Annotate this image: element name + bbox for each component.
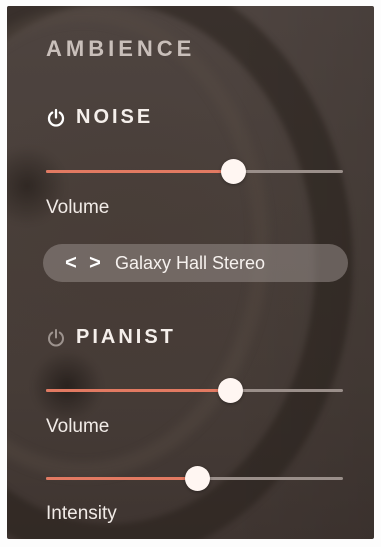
pianist-intensity-label: Intensity: [46, 503, 117, 524]
background-device-inner-ring: [7, 6, 269, 478]
preset-prev-button[interactable]: <: [63, 244, 79, 282]
pianist-volume-label: Volume: [46, 416, 110, 437]
slider-fill: [46, 389, 231, 392]
noise-title: NOISE: [76, 106, 154, 128]
preset-name: Galaxy Hall Stereo: [115, 252, 266, 273]
preset-next-button[interactable]: >: [87, 244, 103, 282]
noise-preset-selector[interactable]: < > Galaxy Hall Stereo: [43, 244, 348, 282]
power-icon[interactable]: [46, 328, 66, 348]
noise-volume-slider[interactable]: [46, 159, 343, 184]
slider-thumb[interactable]: [185, 466, 211, 491]
slider-fill: [46, 170, 234, 173]
section-title: AMBIENCE: [46, 36, 196, 61]
ambience-panel: AMBIENCE NOISE Volume < > Galaxy Hall St…: [7, 6, 374, 539]
pianist-intensity-slider[interactable]: [46, 466, 343, 491]
window-frame: AMBIENCE NOISE Volume < > Galaxy Hall St…: [0, 0, 381, 547]
slider-thumb[interactable]: [221, 159, 247, 184]
pianist-title: PIANIST: [76, 326, 176, 348]
slider-fill: [46, 477, 198, 480]
power-icon[interactable]: [46, 108, 66, 128]
slider-thumb[interactable]: [218, 378, 244, 403]
pianist-header[interactable]: PIANIST: [46, 326, 176, 349]
noise-header[interactable]: NOISE: [46, 106, 153, 129]
pianist-volume-slider[interactable]: [46, 378, 343, 403]
noise-volume-label: Volume: [46, 197, 110, 218]
